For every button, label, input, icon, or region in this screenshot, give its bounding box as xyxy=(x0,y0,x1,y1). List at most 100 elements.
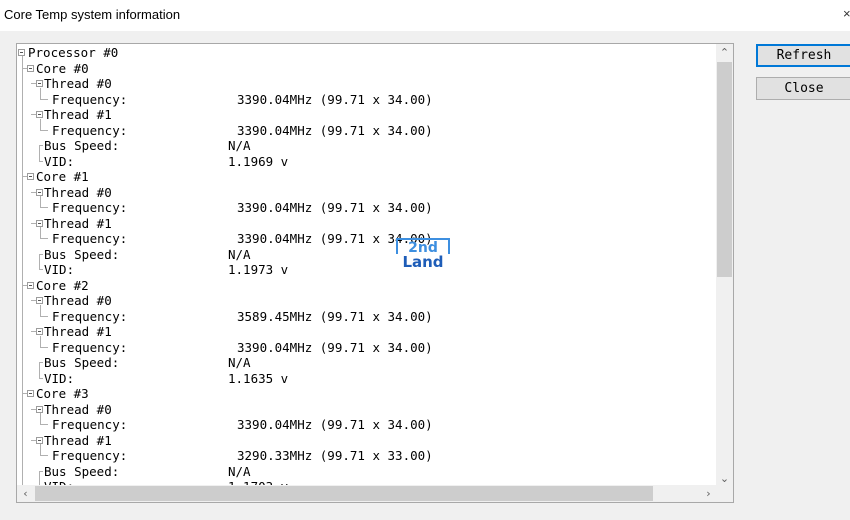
refresh-button[interactable]: Refresh xyxy=(756,44,850,67)
tree-connector xyxy=(40,347,48,348)
tree-node-thread: Thread #0 xyxy=(44,293,112,308)
expand-collapse-icon[interactable] xyxy=(18,49,25,56)
horizontal-scrollbar[interactable]: ‹ › xyxy=(17,485,717,502)
tree-connector xyxy=(31,114,36,115)
frequency-label: Frequency: xyxy=(52,200,128,215)
vid-label: VID: xyxy=(44,371,75,386)
frequency-label: Frequency: xyxy=(52,340,128,355)
expand-collapse-icon[interactable] xyxy=(27,65,34,72)
tree-connector xyxy=(40,316,48,317)
bus-speed-label: Bus Speed: xyxy=(44,138,120,153)
tree-node-core: Core #1 xyxy=(36,169,89,184)
frequency-value: 3390.04MHz (99.71 x 34.00) xyxy=(237,123,433,138)
tree-node-thread: Thread #1 xyxy=(44,433,112,448)
frequency-value: 3390.04MHz (99.71 x 34.00) xyxy=(237,340,433,355)
tree-connector xyxy=(31,83,36,84)
tree-connector xyxy=(22,56,23,486)
horizontal-scroll-thumb[interactable] xyxy=(35,486,653,501)
chevron-right-icon[interactable]: › xyxy=(700,485,717,502)
expand-collapse-icon[interactable] xyxy=(36,297,43,304)
tree-connector xyxy=(31,440,36,441)
vertical-scrollbar[interactable]: ⌃ ⌄ xyxy=(716,44,733,487)
tree-node-thread: Thread #1 xyxy=(44,324,112,339)
tree-connector xyxy=(40,227,41,238)
tree-connector xyxy=(39,146,40,161)
tree-connector xyxy=(40,444,41,455)
bus-speed-label: Bus Speed: xyxy=(44,355,120,370)
tree-connector xyxy=(39,269,43,270)
bus-speed-value: N/A xyxy=(228,355,251,370)
expand-collapse-icon[interactable] xyxy=(36,189,43,196)
vertical-scroll-thumb[interactable] xyxy=(717,62,732,277)
tree-connector xyxy=(40,88,41,99)
window-title: Core Temp system information xyxy=(4,7,181,22)
frequency-value: 3390.04MHz (99.71 x 34.00) xyxy=(237,200,433,215)
vid-value: 1.1973 v xyxy=(228,262,289,277)
system-info-tree[interactable]: Processor #0 Core #0 Thread #0 Frequency: 33… xyxy=(16,43,734,503)
frequency-label: Frequency: xyxy=(52,123,128,138)
tree-connector xyxy=(40,336,41,347)
frequency-value: 3390.04MHz (99.71 x 34.00) xyxy=(237,92,433,107)
expand-collapse-icon[interactable] xyxy=(27,173,34,180)
bus-speed-label: Bus Speed: xyxy=(44,247,120,262)
chevron-up-icon[interactable]: ⌃ xyxy=(716,44,733,61)
tree-node-core: Core #2 xyxy=(36,278,89,293)
tree-connector xyxy=(39,254,40,269)
bus-speed-label: Bus Speed: xyxy=(44,464,120,479)
tree-connector xyxy=(40,119,41,130)
bus-speed-value: N/A xyxy=(228,464,251,479)
vid-value: 1.1635 v xyxy=(228,371,289,386)
expand-collapse-icon[interactable] xyxy=(36,328,43,335)
frequency-label: Frequency: xyxy=(52,417,128,432)
tree-node-core: Core #0 xyxy=(36,61,89,76)
tree-connector xyxy=(31,331,36,332)
watermark-logo: 2nd Land xyxy=(396,238,451,272)
tree-connector xyxy=(39,363,40,378)
bus-speed-value: N/A xyxy=(228,138,251,153)
frequency-value: 3390.04MHz (99.71 x 34.00) xyxy=(237,417,433,432)
tree-node-thread: Thread #0 xyxy=(44,185,112,200)
tree-node-thread: Thread #0 xyxy=(44,402,112,417)
expand-collapse-icon[interactable] xyxy=(36,80,43,87)
vid-label: VID: xyxy=(44,154,75,169)
frequency-label: Frequency: xyxy=(52,92,128,107)
expand-collapse-icon[interactable] xyxy=(36,111,43,118)
tree-connector xyxy=(31,223,36,224)
tree-connector xyxy=(39,161,43,162)
close-window-icon[interactable]: × xyxy=(843,6,850,21)
tree-connector xyxy=(40,196,41,207)
tree-connector xyxy=(31,409,36,410)
tree-connector xyxy=(40,207,48,208)
expand-collapse-icon[interactable] xyxy=(36,437,43,444)
tree-connector xyxy=(40,99,48,100)
expand-collapse-icon[interactable] xyxy=(36,220,43,227)
title-bar: Core Temp system information × xyxy=(0,0,850,31)
frequency-label: Frequency: xyxy=(52,309,128,324)
close-button[interactable]: Close xyxy=(756,77,850,100)
frequency-label: Frequency: xyxy=(52,448,128,463)
tree-node-thread: Thread #1 xyxy=(44,107,112,122)
tree-connector xyxy=(40,455,48,456)
expand-collapse-icon[interactable] xyxy=(27,390,34,397)
tree-node-thread: Thread #0 xyxy=(44,76,112,91)
tree-connector xyxy=(39,471,40,486)
watermark-line-2: Land xyxy=(402,253,444,271)
expand-collapse-icon[interactable] xyxy=(27,282,34,289)
tree-connector xyxy=(40,238,48,239)
tree-connector xyxy=(40,424,48,425)
tree-node-processor: Processor #0 xyxy=(28,45,119,60)
tree-connector xyxy=(31,192,36,193)
tree-node-thread: Thread #1 xyxy=(44,216,112,231)
vid-label: VID: xyxy=(44,262,75,277)
watermark-line-1: 2nd xyxy=(396,238,450,256)
tree-content: Processor #0 Core #0 Thread #0 Frequency: 33… xyxy=(17,44,717,487)
scrollbar-corner xyxy=(716,485,733,502)
tree-node-core: Core #3 xyxy=(36,386,89,401)
expand-collapse-icon[interactable] xyxy=(36,406,43,413)
tree-connector xyxy=(39,378,43,379)
chevron-left-icon[interactable]: ‹ xyxy=(17,485,34,502)
frequency-value: 3290.33MHz (99.71 x 33.00) xyxy=(237,448,433,463)
vid-value: 1.1969 v xyxy=(228,154,289,169)
tree-connector xyxy=(40,305,41,316)
frequency-label: Frequency: xyxy=(52,231,128,246)
